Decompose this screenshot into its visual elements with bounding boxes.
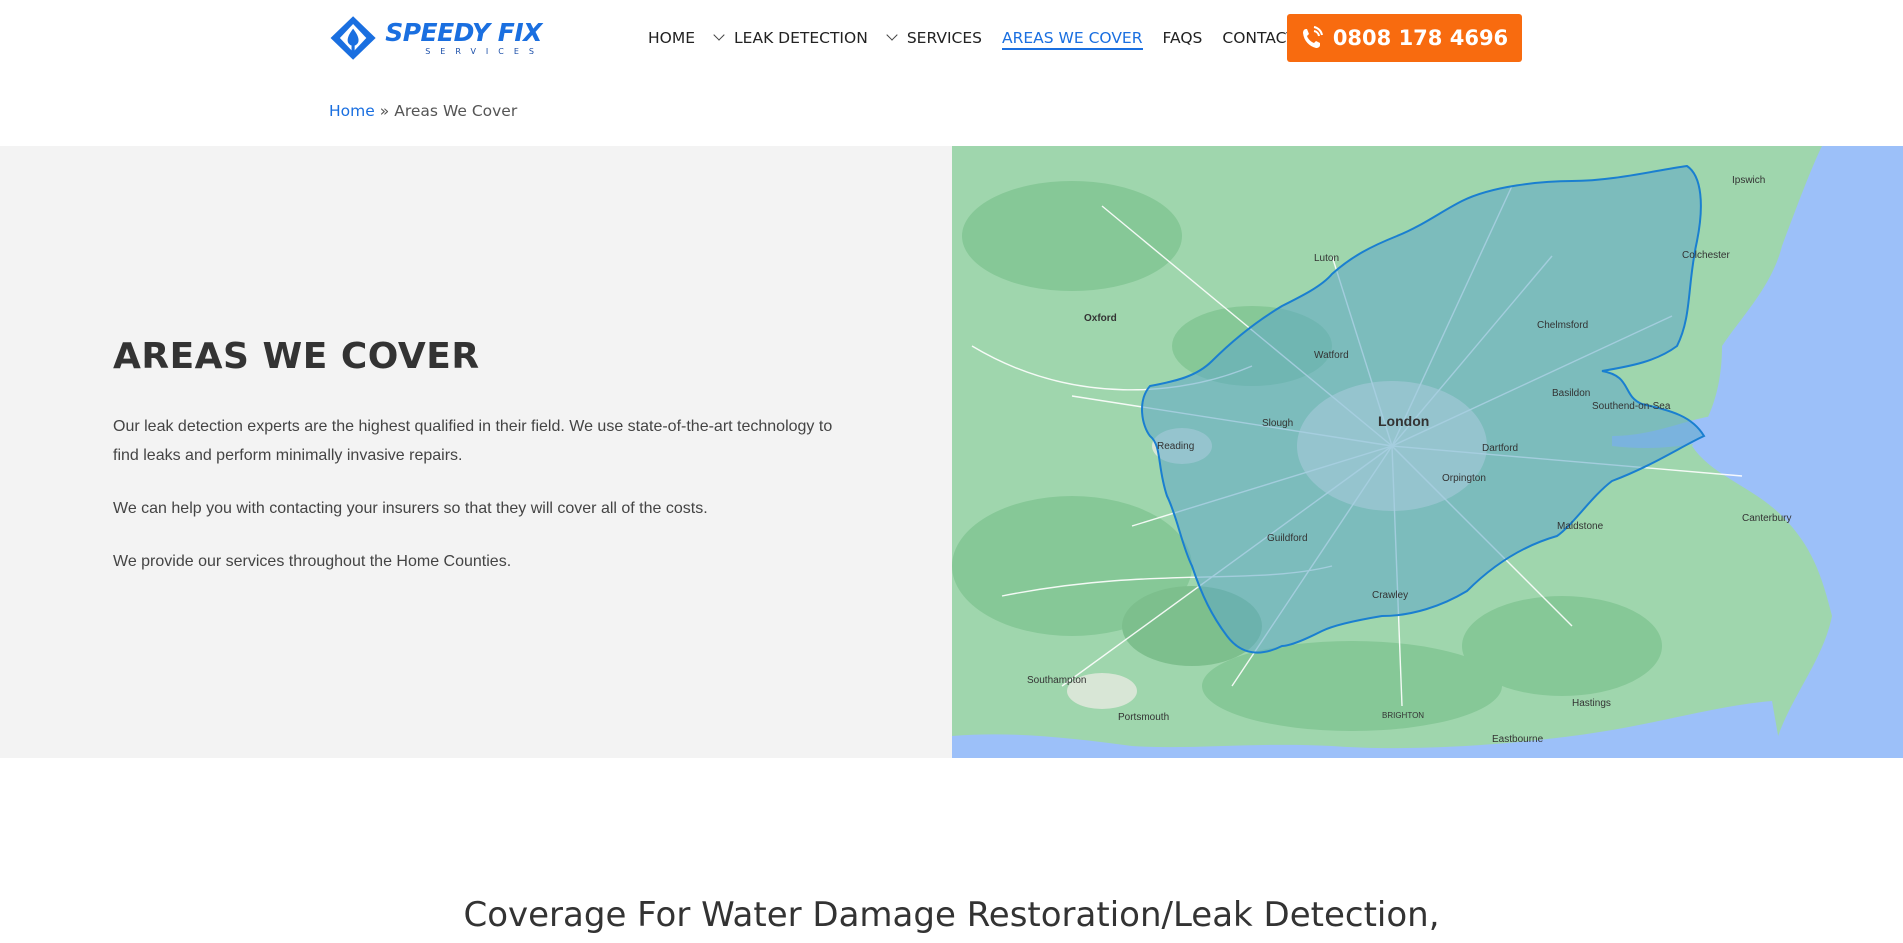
coverage-map[interactable]: London Reading Oxford Watford Chelmsford… (952, 146, 1903, 758)
nav-leak-detection-label: LEAK DETECTION (734, 28, 868, 47)
hero-paragraph: Our leak detection experts are the highe… (113, 418, 833, 464)
phone-number: 0808 178 4696 (1332, 26, 1509, 50)
breadcrumb-current: Areas We Cover (394, 102, 518, 120)
hero-paragraph: We provide our services throughout the H… (113, 553, 512, 570)
map-label-chelmsford: Chelmsford (1537, 320, 1588, 331)
logo-tagline: SERVICES (425, 47, 544, 56)
map-label-ipswich: Ipswich (1732, 175, 1765, 186)
breadcrumb-home-link[interactable]: Home (329, 102, 375, 120)
nav-home[interactable]: HOME (648, 29, 695, 50)
site-header: SPEEDY FIX SERVICES HOME LEAK DETECTION … (0, 0, 1903, 80)
hero-panel: AREAS WE COVER Our leak detection expert… (0, 146, 952, 758)
map-label-canterbury: Canterbury (1742, 513, 1791, 524)
map-label-brighton: BRIGHTON (1382, 711, 1424, 720)
nav-faqs[interactable]: FAQS (1163, 29, 1203, 50)
map-label-london: London (1378, 413, 1429, 429)
map-label-colchester: Colchester (1682, 250, 1730, 261)
breadcrumb-separator: » (379, 102, 390, 120)
nav-areas-label: AREAS WE COVER (1002, 28, 1143, 47)
map-label-crawley: Crawley (1372, 590, 1408, 601)
chevron-down-icon (886, 28, 898, 41)
nav-services-label: SERVICES (906, 28, 982, 47)
main-nav: HOME LEAK DETECTION SERVICES AREAS WE CO… (648, 27, 1316, 51)
map-label-reading: Reading (1157, 441, 1194, 452)
chevron-down-icon (713, 28, 725, 41)
map-label-basildon: Basildon (1552, 388, 1590, 399)
map-label-portsmouth: Portsmouth (1118, 712, 1169, 723)
nav-home-label: HOME (648, 28, 696, 47)
phone-icon (1302, 26, 1323, 48)
hero-paragraph: We can help you with contacting your ins… (113, 500, 708, 517)
map-label-hastings: Hastings (1572, 698, 1611, 709)
hero-description: Our leak detection experts are the highe… (113, 412, 848, 600)
phone-call-button[interactable]: 0808 178 4696 (1287, 14, 1522, 62)
nav-faqs-label: FAQS (1162, 28, 1203, 47)
map-label-orpington: Orpington (1442, 473, 1486, 484)
coverage-heading: Coverage For Water Damage Restoration/Le… (463, 895, 1440, 935)
map-label-guildford: Guildford (1267, 533, 1308, 544)
logo[interactable]: SPEEDY FIX SERVICES (329, 8, 544, 68)
logo-icon (330, 16, 376, 60)
nav-contact[interactable]: CONTACT (1222, 29, 1296, 50)
coverage-map-graphic: London Reading Oxford Watford Chelmsford… (952, 146, 1903, 758)
map-label-eastbourne: Eastbourne (1492, 734, 1544, 745)
nav-contact-label: CONTACT (1222, 28, 1296, 47)
map-label-slough: Slough (1262, 418, 1293, 429)
map-label-watford: Watford (1314, 350, 1349, 361)
page-title: AREAS WE COVER (113, 336, 480, 377)
map-label-luton: Luton (1314, 253, 1339, 264)
nav-services[interactable]: SERVICES (886, 28, 982, 50)
nav-leak-detection[interactable]: LEAK DETECTION (713, 28, 868, 50)
map-label-southampton: Southampton (1027, 675, 1087, 686)
logo-name: SPEEDY FIX (385, 18, 542, 47)
map-label-dartford: Dartford (1482, 443, 1518, 454)
map-label-oxford: Oxford (1084, 313, 1117, 324)
map-label-southend: Southend-on-Sea (1592, 401, 1671, 412)
map-label-maidstone: Maidstone (1557, 521, 1604, 532)
breadcrumb: Home» Areas We Cover (329, 102, 517, 120)
nav-areas-we-cover[interactable]: AREAS WE COVER (1002, 29, 1143, 50)
